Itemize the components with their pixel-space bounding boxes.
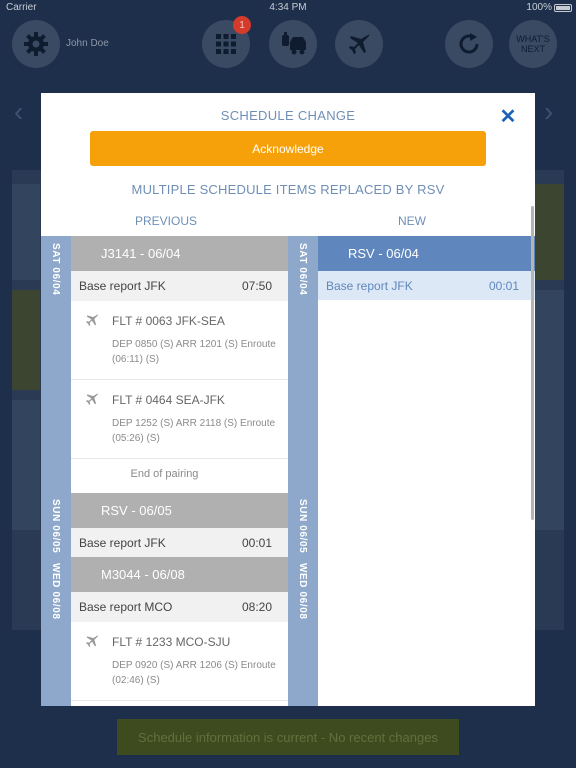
user-name: John Doe xyxy=(66,38,109,49)
base-report-row: Base report JFK 00:01 xyxy=(71,528,288,557)
airplane-icon xyxy=(86,314,99,326)
flight-title: FLT # 0063 JFK-SEA xyxy=(112,314,225,328)
previous-day-label: SAT 06/04 xyxy=(50,243,61,296)
refresh-button[interactable] xyxy=(445,20,493,68)
flight-title: FLT # 1233 MCO-SJU xyxy=(112,635,231,649)
pairing-header: RSV - 06/05 xyxy=(71,493,288,528)
previous-day-label: SUN 06/05 xyxy=(50,499,61,554)
rsv-header: RSV - 06/04 xyxy=(318,236,535,271)
new-day-label: SUN 06/05 xyxy=(297,499,308,554)
new-date-bar: SAT 06/04 SUN 06/05 WED 06/08 xyxy=(288,236,318,706)
base-report-label: Base report JFK xyxy=(79,279,166,293)
flight-detail: DEP 0850 (S) ARR 1201 (S) Enroute (06:11… xyxy=(112,339,276,365)
new-day-label: SAT 06/04 xyxy=(297,243,308,296)
end-of-pairing: End of pairing xyxy=(130,468,199,480)
whats-next-label: WHAT'S NEXT xyxy=(516,34,550,54)
new-column-header: NEW xyxy=(398,214,426,228)
whats-next-button[interactable]: WHAT'S NEXT xyxy=(509,20,557,68)
acknowledge-button[interactable]: Acknowledge xyxy=(90,131,486,166)
airplane-icon xyxy=(86,635,99,647)
status-bar: Carrier 4:34 PM 100% xyxy=(0,0,576,16)
schedule-status-banner: Schedule information is current - No rec… xyxy=(117,719,459,755)
dialog-subtitle: MULTIPLE SCHEDULE ITEMS REPLACED BY RSV xyxy=(131,182,445,197)
gear-icon xyxy=(24,32,48,56)
new-day-label: WED 06/08 xyxy=(297,563,308,620)
grid-icon xyxy=(216,34,236,54)
schedule-change-dialog: SCHEDULE CHANGE ✕ Acknowledge MULTIPLE S… xyxy=(41,93,535,706)
previous-column-header: PREVIOUS xyxy=(135,214,198,228)
base-report-label: Base report JFK xyxy=(79,535,166,550)
base-report-time: 07:50 xyxy=(241,279,272,293)
base-report-time: 00:01 xyxy=(241,535,272,550)
flight-item[interactable]: FLT # 0063 JFK-SEA DEP 0850 (S) ARR 1201… xyxy=(71,301,288,380)
base-report-label: Base report MCO xyxy=(79,600,173,614)
airplane-icon xyxy=(86,393,99,405)
chevron-left-icon[interactable]: ‹ xyxy=(14,96,23,128)
settings-button[interactable] xyxy=(12,20,60,68)
pairing-header: M3044 - 06/08 xyxy=(71,557,288,592)
battery-percent: 100% xyxy=(526,2,552,13)
flight-detail: DEP 1252 (S) ARR 2118 (S) Enroute (05:26… xyxy=(112,418,276,444)
flight-item[interactable]: FLT # 1233 MCO-SJU DEP 0920 (S) ARR 1206… xyxy=(71,622,288,701)
previous-date-bar: SAT 06/04 SUN 06/05 WED 06/08 xyxy=(41,236,71,706)
refresh-icon xyxy=(459,33,479,54)
flight-title: FLT # 0464 SEA-JFK xyxy=(112,393,225,407)
base-report-row: Base report MCO 08:20 xyxy=(71,592,288,622)
scrollbar[interactable] xyxy=(531,206,534,520)
base-report-time: 00:01 xyxy=(488,278,519,293)
pairing-header: J3141 - 06/04 xyxy=(71,236,288,271)
base-report-row: Base report JFK 00:01 xyxy=(318,271,535,300)
airplane-icon xyxy=(349,34,370,54)
notification-badge: 1 xyxy=(233,16,251,34)
chevron-right-icon[interactable]: › xyxy=(544,96,553,128)
flight-item[interactable]: FLT # 0464 SEA-JFK DEP 1252 (S) ARR 2118… xyxy=(71,380,288,459)
previous-day-label: WED 06/08 xyxy=(50,563,61,620)
flight-detail: DEP 0920 (S) ARR 1206 (S) Enroute (02:46… xyxy=(112,660,276,686)
battery-icon xyxy=(554,4,572,12)
base-report-time: 08:20 xyxy=(241,600,272,614)
base-report-label: Base report JFK xyxy=(326,278,413,293)
crew-transport-icon xyxy=(282,32,306,55)
close-icon[interactable]: ✕ xyxy=(498,107,518,127)
flights-button[interactable] xyxy=(335,20,383,68)
base-report-row: Base report JFK 07:50 xyxy=(71,271,288,301)
dialog-title: SCHEDULE CHANGE xyxy=(220,108,356,123)
clock: 4:34 PM xyxy=(269,2,307,13)
crew-transport-button[interactable] xyxy=(269,20,317,68)
